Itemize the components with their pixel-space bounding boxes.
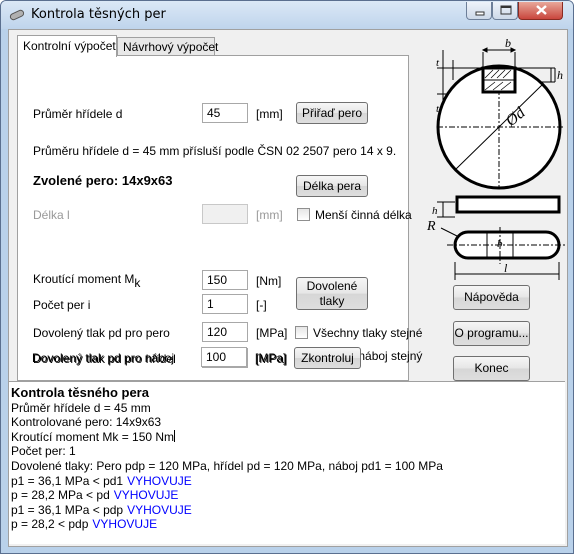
allowed-pressures-button[interactable]: Dovolené tlaky [296,277,368,310]
output-line: Kroutící moment Mk = 150 Nm [11,429,176,444]
length-label: Délka l [33,208,70,222]
key-count-label: Počet per i [33,298,91,312]
output-heading: Kontrola těsného pera [11,385,149,400]
diagram-label-l: l [504,261,508,275]
output-line: Průměr hřídele d = 45 mm [11,400,151,415]
main-window: Kontrola těsných per Kontrolní výpočet N… [0,0,574,554]
minimize-button[interactable] [466,2,492,20]
result-line: p = 28,2 MPa < pd VYHOVUJE [11,488,179,503]
p-key-label: Dovolený tlak pd pro pero [33,326,170,340]
close-icon [536,5,547,15]
assign-key-button[interactable]: Přiřaď pero [296,102,368,124]
about-button[interactable]: O programu... [453,321,530,346]
selected-key-value: 14x9x63 [121,173,173,188]
diagram-label-b-bottom: b [497,238,503,250]
key-length-button[interactable]: Délka pera [296,175,368,197]
tab-navrhovy-vypocet[interactable]: Návrhový výpočet [117,37,218,55]
shorter-length-label: Menší činná délka [315,208,412,222]
torque-label: Kroutící moment Mk [33,272,141,290]
shorter-length-checkbox[interactable] [297,208,310,221]
window-title: Kontrola těsných per [31,7,166,22]
result-line: p = 28,2 < pdp VYHOVUJE [11,517,158,532]
diagram-label-h-side: h [432,205,438,217]
length-unit: [mm] [256,208,283,222]
result-line: p1 = 36,1 MPa < pd1 VYHOVUJE [11,473,192,488]
key-count-input[interactable] [202,294,248,314]
selected-key-label: Zvolené pero: 14x9x63 [33,173,173,188]
shaft-diameter-unit: [mm] [256,107,283,121]
maximize-icon [500,5,512,15]
status-ok: VYHOVUJE [127,473,192,488]
key-dimension-diagram: b t t h Ød h b R l [426,36,565,280]
all-pressures-same-label: Všechny tlaky stejné [313,326,423,340]
p-hub-label: Dovolený tlak pd pro náboj [32,351,175,365]
diagram-label-t1: t [436,57,440,69]
torque-input[interactable] [202,270,248,290]
torque-unit: [Nm] [256,274,282,288]
tab-panel-kontrolni: Průměr hřídele d [mm] Přiřaď pero Průměr… [17,55,422,381]
status-ok: VYHOVUJE [113,488,179,503]
length-input[interactable] [202,204,248,224]
output-line: Počet per: 1 [11,444,76,459]
p-key-unit: [MPa] [256,326,288,340]
shaft-diameter-label: Průměr hřídele d [33,107,123,121]
key-count-unit: [-] [256,298,267,312]
output-line: Kontrolované pero: 14x9x63 [11,415,162,430]
diagram-label-R: R [426,219,436,234]
end-button[interactable]: Konec [453,356,530,381]
status-ok: VYHOVUJE [127,502,192,517]
p-hub-unit: [MPa] [255,351,287,365]
text-caret [174,429,176,442]
p-hub-input[interactable] [201,347,247,367]
diagram-label-h-top: h [557,68,563,82]
check-button[interactable]: Zkontroluj [294,347,361,369]
diagram-label-b-top: b [505,36,511,50]
result-line: p1 = 36,1 MPa < pdp VYHOVUJE [11,502,192,517]
close-button[interactable] [518,2,563,20]
results-output[interactable]: Kontrola těsného pera Průměr hřídele d =… [9,381,565,544]
all-pressures-same-checkbox[interactable] [295,326,308,339]
standard-note: Průměru hřídele d = 45 mm přísluší podle… [33,144,397,158]
app-icon [9,9,25,21]
client-area: Kontrolní výpočet Návrhový výpočet Průmě… [8,29,568,547]
tab-kontrolni-vypocet[interactable]: Kontrolní výpočet [17,35,117,57]
output-line: Dovolené tlaky: Pero pdp = 120 MPa, hříd… [11,458,443,473]
shaft-diameter-input[interactable] [202,103,248,123]
maximize-button[interactable] [492,2,518,20]
help-button[interactable]: Nápověda [453,285,530,310]
status-ok: VYHOVUJE [92,517,158,532]
minimize-icon [475,11,485,16]
title-bar[interactable]: Kontrola těsných per [1,1,573,29]
p-key-input[interactable] [202,322,248,342]
